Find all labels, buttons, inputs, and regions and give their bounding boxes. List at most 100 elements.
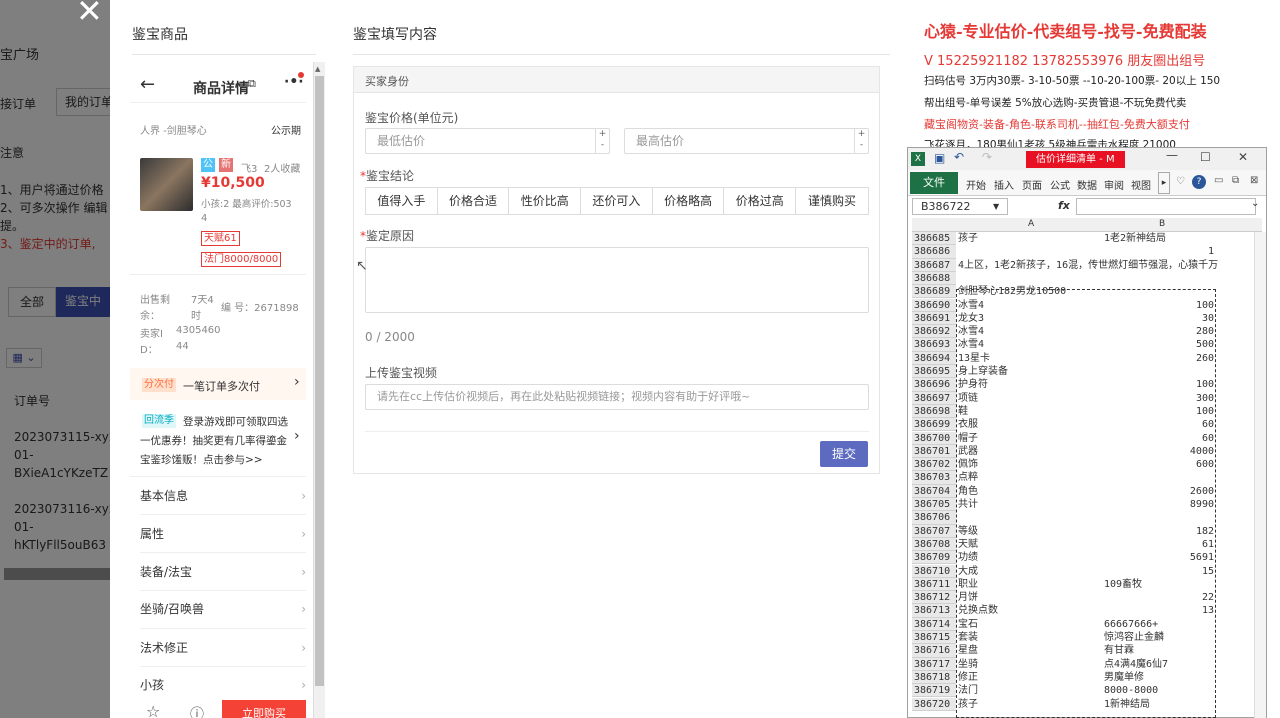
row-number[interactable]: 386685	[912, 232, 956, 246]
row-number[interactable]: 386699	[912, 418, 956, 432]
spreadsheet-row[interactable]: 386692 冰雪4 280	[912, 325, 1252, 339]
cell-a[interactable]: 星盘	[958, 644, 1102, 657]
row-number[interactable]: 386704	[912, 484, 956, 498]
option-price-fair[interactable]: 价格合适	[438, 188, 510, 214]
cell-b[interactable]: 300	[1102, 392, 1216, 405]
close-icon[interactable]: ✕	[76, 0, 103, 30]
preview-scrollbar-thumb[interactable]	[315, 76, 324, 686]
min-price-input[interactable]: 最低估价 + -	[365, 128, 610, 154]
spreadsheet-row[interactable]: 386714 宝石 66667666+	[912, 617, 1252, 631]
video-link-input[interactable]: 请先在cc上传估价视频后，再在此处粘贴视频链接；视频内容有助于好评哦~	[365, 384, 869, 410]
cell-a[interactable]: 角色	[958, 485, 1102, 498]
cell-a[interactable]: 13星卡	[958, 352, 1102, 365]
cell-a[interactable]: 点粹	[958, 471, 1102, 484]
spreadsheet-row[interactable]: 386686 1	[912, 245, 1252, 259]
row-number[interactable]: 386687	[912, 258, 956, 272]
cell-a[interactable]: 天赋	[958, 538, 1102, 551]
column-header-a[interactable]: A	[1028, 219, 1034, 229]
cell-b[interactable]: 61	[1102, 538, 1216, 551]
row-number[interactable]: 386707	[912, 524, 956, 538]
cell-b[interactable]: 8000-8000	[1102, 684, 1216, 697]
spreadsheet-row[interactable]: 386703 点粹	[912, 471, 1252, 485]
cell-b[interactable]: 2600	[1102, 485, 1216, 498]
cell-b[interactable]: 15	[1102, 565, 1216, 578]
submit-button[interactable]: 提交	[820, 441, 868, 467]
row-number[interactable]: 386720	[912, 697, 956, 711]
spreadsheet-row[interactable]: 386694 13星卡 260	[912, 351, 1252, 365]
ribbon-tab-page[interactable]: 页面	[1022, 177, 1042, 192]
cell-b[interactable]: 点4满4魔6仙7	[1102, 658, 1216, 671]
spreadsheet-row[interactable]: 386705 共计 8990	[912, 498, 1252, 512]
cell-a[interactable]: 武器	[958, 445, 1102, 458]
cell-a[interactable]: 孩子	[958, 232, 1102, 245]
row-number[interactable]: 386710	[912, 564, 956, 578]
spreadsheet-row[interactable]: 386712 月饼 22	[912, 591, 1252, 605]
row-number[interactable]: 386686	[912, 245, 956, 259]
spreadsheet-row[interactable]: 386687 4上区，1老2新孩子，16混，传世燃灯细节强混，心猿千万	[912, 258, 1252, 272]
row-number[interactable]: 386718	[912, 670, 956, 685]
cell-a[interactable]: 帽子	[958, 432, 1102, 445]
formula-bar[interactable]	[1076, 198, 1256, 215]
bg-scrollbar[interactable]	[4, 568, 110, 580]
row-number[interactable]: 386709	[912, 551, 956, 565]
row-number[interactable]: 386691	[912, 311, 956, 326]
spreadsheet-row[interactable]: 386720 孩子 1新神结局	[912, 697, 1252, 711]
spreadsheet-row[interactable]: 386717 坐骑 点4满4魔6仙7	[912, 657, 1252, 671]
spreadsheet-row[interactable]: 386706	[912, 511, 1252, 525]
spreadsheet-row[interactable]: 386715 套装 惊鸿容止金麟	[912, 631, 1252, 645]
ribbon-tab-formula[interactable]: 公式	[1050, 177, 1070, 192]
spreadsheet-row[interactable]: 386701 武器 4000	[912, 444, 1252, 459]
row-number[interactable]: 386692	[912, 325, 956, 339]
external-link-icon[interactable]: ⧉	[248, 77, 256, 91]
option-slightly-high[interactable]: 价格略高	[653, 188, 725, 214]
cell-b[interactable]: 30	[1102, 312, 1216, 325]
info-icon[interactable]: ⓘ	[190, 704, 204, 718]
maximize-icon[interactable]: ☐	[1200, 150, 1211, 164]
row-number[interactable]: 386701	[912, 444, 956, 459]
scroll-up-icon[interactable]: ▲	[315, 65, 320, 73]
redo-icon[interactable]: ↷	[982, 150, 992, 164]
row-number[interactable]: 386703	[912, 471, 956, 485]
menu-basic-info[interactable]: 基本信息 ›	[140, 484, 306, 508]
row-number[interactable]: 386719	[912, 684, 956, 698]
formula-expand-icon[interactable]: ⌄	[1251, 198, 1259, 209]
min-price-stepper[interactable]: + -	[595, 129, 609, 153]
row-number[interactable]: 386706	[912, 511, 956, 525]
buy-now-button[interactable]: 立即购买	[222, 700, 306, 718]
ribbon-tab-data[interactable]: 数据	[1077, 177, 1097, 192]
row-number[interactable]: 386693	[912, 338, 956, 352]
spreadsheet-row[interactable]: 386695 身上穿装备	[912, 365, 1252, 379]
spreadsheet-row[interactable]: 386691 龙女3 30	[912, 311, 1252, 326]
cell-a[interactable]: 项链	[958, 392, 1102, 405]
window-close-icon[interactable]: ✕	[1238, 150, 1248, 164]
row-number[interactable]: 386714	[912, 617, 956, 631]
cell-a[interactable]: 龙女3	[958, 312, 1102, 325]
spreadsheet-row[interactable]: 386718 修正 男魔单修	[912, 670, 1252, 685]
ribbon-tab-insert[interactable]: 插入	[994, 177, 1014, 192]
name-box[interactable]: B386722 ▼	[912, 198, 1008, 215]
row-number[interactable]: 386700	[912, 431, 956, 445]
spreadsheet-row[interactable]: 386690 冰雪4 100	[912, 298, 1252, 312]
cell-a[interactable]: 冰雪4	[958, 338, 1102, 351]
row-number[interactable]: 386717	[912, 657, 956, 671]
fx-icon[interactable]: fx	[1058, 199, 1070, 212]
option-bargain[interactable]: 还价可入	[581, 188, 653, 214]
row-number[interactable]: 386712	[912, 591, 956, 605]
cell-b[interactable]: 600	[1102, 458, 1216, 471]
cell-b[interactable]: 260	[1102, 352, 1216, 365]
cell-a[interactable]: 等级	[958, 525, 1102, 538]
spreadsheet-row[interactable]: 386699 衣服 60	[912, 418, 1252, 432]
cell-b[interactable]: 60	[1102, 432, 1216, 445]
option-too-high[interactable]: 价格过高	[724, 188, 797, 214]
spreadsheet-row[interactable]: 386711 职业 109畜牧	[912, 577, 1252, 592]
cell-b[interactable]: 182	[1102, 525, 1216, 538]
save-icon[interactable]: ▣	[934, 151, 945, 165]
menu-mount-summon[interactable]: 坐骑/召唤兽 ›	[140, 597, 306, 621]
cell-b[interactable]: 13	[1102, 604, 1216, 617]
cell-a[interactable]: 冰雪4	[958, 325, 1102, 338]
cell-b[interactable]: 男魔单修	[1102, 671, 1216, 684]
name-box-dropdown-icon[interactable]: ▼	[993, 199, 999, 214]
heart-icon[interactable]: ♡	[1176, 176, 1185, 187]
spreadsheet-row[interactable]: 386697 项链 300	[912, 391, 1252, 405]
cell-b[interactable]: 100	[1102, 378, 1216, 391]
